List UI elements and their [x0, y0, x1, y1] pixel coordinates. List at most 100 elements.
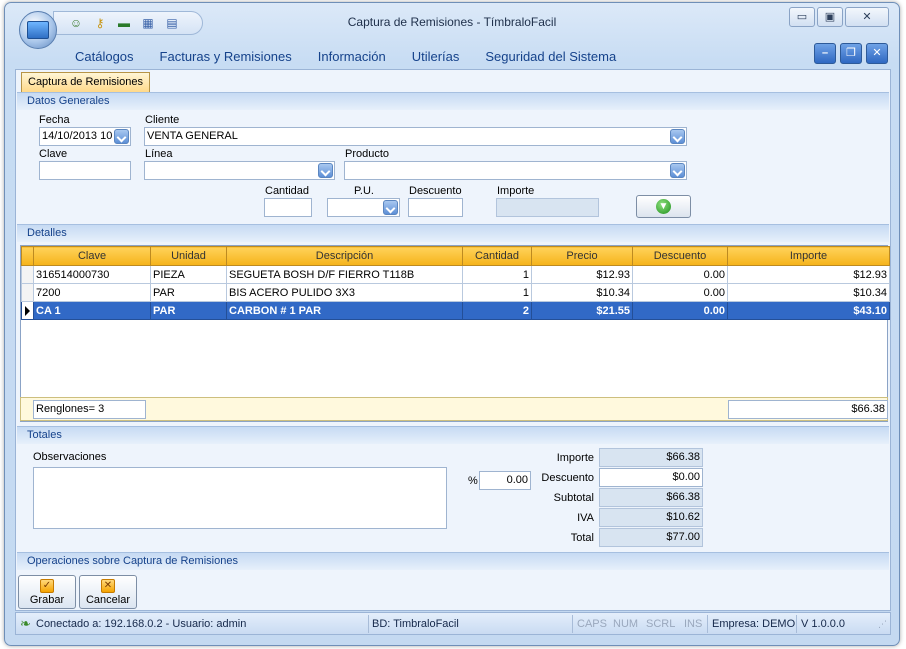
menu-bar: Catálogos Facturas y Remisiones Informac…	[15, 42, 891, 70]
close-button[interactable]: ✕	[845, 7, 889, 27]
cell-precio[interactable]: $21.55	[531, 301, 633, 320]
table-row[interactable]: 7200 PAR BIS ACERO PULIDO 3X3 1 $10.34 0…	[21, 283, 890, 302]
cantidad-input[interactable]	[264, 198, 312, 217]
section-operaciones: Operaciones sobre Captura de Remisiones	[17, 552, 889, 570]
fecha-label: Fecha	[39, 114, 70, 126]
producto-select[interactable]	[344, 161, 687, 180]
total-importe-label: Importe	[556, 452, 594, 464]
cell-clave[interactable]: 7200	[33, 283, 151, 302]
cell-importe[interactable]: $10.34	[727, 283, 890, 302]
column-header-descuento[interactable]: Descuento	[632, 246, 728, 266]
cliente-select[interactable]: VENTA GENERAL	[144, 127, 687, 146]
grabar-button[interactable]: ✓ Grabar	[18, 575, 76, 609]
column-header-cantidad[interactable]: Cantidad	[462, 246, 532, 266]
arrow-down-circle-icon: ▼	[656, 199, 671, 214]
restore-button[interactable]: ▣	[817, 7, 843, 27]
cell-descripcion[interactable]: CARBON # 1 PAR	[226, 301, 463, 320]
percent-label: %	[468, 475, 478, 487]
row-indicator	[21, 301, 34, 320]
column-header-clave[interactable]: Clave	[33, 246, 151, 266]
renglones-count: Renglones= 3	[33, 400, 146, 419]
iva-label: IVA	[577, 512, 594, 524]
grid-summary-bar: Renglones= 3 $66.38	[20, 397, 888, 421]
fecha-value: 14/10/2013 10	[42, 130, 113, 142]
minimize-button[interactable]: ▭	[789, 7, 815, 27]
chevron-down-icon[interactable]	[318, 163, 333, 178]
chevron-down-icon[interactable]	[114, 129, 129, 144]
total-label: Total	[570, 532, 594, 544]
cell-cantidad[interactable]: 1	[462, 283, 532, 302]
row-indicator	[21, 283, 34, 302]
title-bar: ☺ ⚷ ▬ ▦ ▤ Captura de Remisiones - Tímbra…	[5, 3, 899, 49]
chevron-down-icon[interactable]	[383, 200, 398, 215]
menu-catalogos[interactable]: Catálogos	[75, 49, 134, 64]
total-value: $77.00	[599, 528, 703, 547]
cell-descripcion[interactable]: SEGUETA BOSH D/F FIERRO T118B	[226, 265, 463, 284]
mdi-minimize-button[interactable]: –	[814, 43, 836, 64]
status-num: NUM	[613, 618, 639, 630]
status-scrl: SCRL	[646, 618, 676, 630]
resize-grip-icon[interactable]: ⋰	[878, 619, 887, 630]
total-descuento-label: Descuento	[541, 472, 594, 484]
mdi-close-button[interactable]: ✕	[866, 43, 888, 64]
subtotal-label: Subtotal	[553, 492, 594, 504]
pu-select[interactable]	[327, 198, 400, 217]
total-descuento-input[interactable]: $0.00	[599, 468, 703, 487]
status-version: V 1.0.0.0	[801, 618, 846, 630]
cell-importe[interactable]: $12.93	[727, 265, 890, 284]
cell-clave[interactable]: 316514000730	[33, 265, 151, 284]
cell-cantidad[interactable]: 1	[462, 265, 532, 284]
menu-utilerias[interactable]: Utilerías	[412, 49, 460, 64]
menu-facturas-remisiones[interactable]: Facturas y Remisiones	[160, 49, 292, 64]
linea-select[interactable]	[144, 161, 335, 180]
cell-descuento[interactable]: 0.00	[632, 265, 728, 284]
column-header-unidad[interactable]: Unidad	[150, 246, 227, 266]
cell-importe[interactable]: $43.10	[727, 301, 890, 320]
column-header-descripcion[interactable]: Descripción	[226, 246, 463, 266]
cell-clave[interactable]: CA 1	[33, 301, 151, 320]
tab-captura-remisiones[interactable]: Captura de Remisiones	[21, 72, 150, 92]
cell-unidad[interactable]: PAR	[150, 283, 227, 302]
table-row-selected[interactable]: CA 1 PAR CARBON # 1 PAR 2 $21.55 0.00 $4…	[21, 301, 890, 320]
column-header-precio[interactable]: Precio	[531, 246, 633, 266]
column-header-importe[interactable]: Importe	[727, 246, 890, 266]
cell-cantidad[interactable]: 2	[462, 301, 532, 320]
details-grid[interactable]: Clave Unidad Descripción Cantidad Precio…	[20, 245, 890, 422]
mdi-restore-button[interactable]: ❐	[840, 43, 862, 64]
cell-descuento[interactable]: 0.00	[632, 301, 728, 320]
status-caps: CAPS	[577, 618, 607, 630]
cell-unidad[interactable]: PIEZA	[150, 265, 227, 284]
cliente-label: Cliente	[145, 114, 180, 126]
cell-precio[interactable]: $10.34	[531, 283, 633, 302]
cell-descripcion[interactable]: BIS ACERO PULIDO 3X3	[226, 283, 463, 302]
menu-informacion[interactable]: Información	[318, 49, 386, 64]
cancelar-button[interactable]: ✕ Cancelar	[79, 575, 137, 609]
subtotal-value: $66.38	[599, 488, 703, 507]
clave-label: Clave	[39, 148, 68, 160]
descuento-input[interactable]	[408, 198, 463, 217]
total-importe-value: $66.38	[599, 448, 703, 467]
menu-seguridad[interactable]: Seguridad del Sistema	[485, 49, 616, 64]
clave-input[interactable]	[39, 161, 131, 180]
cell-precio[interactable]: $12.93	[531, 265, 633, 284]
add-item-button[interactable]: ▼	[636, 195, 691, 218]
cancelar-label: Cancelar	[85, 594, 131, 606]
table-row[interactable]: 316514000730 PIEZA SEGUETA BOSH D/F FIER…	[21, 265, 890, 284]
app-menu-orb-icon[interactable]	[19, 11, 57, 49]
fecha-field[interactable]: 14/10/2013 10	[39, 127, 131, 146]
observaciones-textarea[interactable]	[33, 467, 447, 529]
chevron-down-icon[interactable]	[670, 163, 685, 178]
status-separator	[572, 615, 573, 633]
window-title: Captura de Remisiones - TímbraloFacil	[347, 15, 557, 29]
pu-label: P.U.	[354, 185, 374, 197]
linea-label: Línea	[145, 148, 173, 160]
cell-descuento[interactable]: 0.00	[632, 283, 728, 302]
status-bar: ❧ Conectado a: 192.168.0.2 - Usuario: ad…	[15, 612, 891, 635]
cell-unidad[interactable]: PAR	[150, 301, 227, 320]
importe-label: Importe	[497, 185, 535, 197]
status-ins: INS	[684, 618, 703, 630]
chevron-down-icon[interactable]	[670, 129, 685, 144]
status-separator	[368, 615, 369, 633]
descuento-percent-input[interactable]: 0.00	[479, 471, 531, 490]
importe-readonly	[496, 198, 599, 217]
